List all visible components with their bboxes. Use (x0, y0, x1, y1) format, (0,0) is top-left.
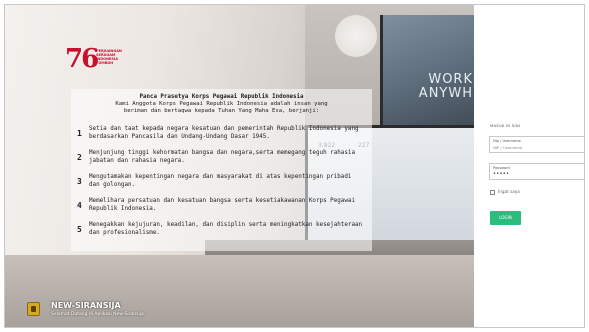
pledge-intro-line: beriman dan bertaqwa kepada Tuhan Yang M… (123, 108, 320, 114)
pledge-item-text: Memelihara persatuan dan kesatuan bangsa… (89, 198, 355, 212)
pledge-item-text: Setia dan taat kepada negara kesatuan da… (89, 126, 359, 140)
app-tagline: Selamat Datang di Aplikasi New-Siransija (51, 312, 144, 317)
logo-subtitle-line: TUMBUH (96, 61, 114, 65)
pledge-intro-line: Kami Anggota Korps Pegawai Republik Indo… (115, 101, 328, 107)
garuda-emblem-icon (27, 302, 40, 316)
remember-checkbox[interactable] (490, 190, 495, 195)
pledge-item-text: Menjunjung tinggi kehormatan bangsa dan … (89, 150, 355, 164)
password-input[interactable]: ••••• (493, 171, 509, 177)
pledge-panel: Panca Prasetya Korps Pegawai Republik In… (71, 89, 372, 251)
app-brand: NEW-SIRANSIJA Selamat Datang di Aplikasi… (27, 301, 277, 321)
pledge-item-number: 1 (77, 129, 82, 138)
app-frame: WORK ANYWH 3,822 227 76 PERJUANGAN SERAG… (4, 4, 585, 328)
hero-background: WORK ANYWH 3,822 227 76 PERJUANGAN SERAG… (5, 5, 474, 327)
logo-number: 76 (65, 44, 99, 74)
login-title: MASUK DI SINI (490, 123, 521, 128)
username-label: Nip / Username (493, 139, 521, 143)
anniversary-logo: 76 PERJUANGAN SERAGAM INDONESIA TUMBUH (65, 45, 125, 75)
pledge-item-number: 4 (77, 201, 82, 210)
password-label: Password (493, 166, 510, 170)
username-field[interactable]: Nip / Username NIP / Username (489, 136, 584, 153)
logo-subtitle: PERJUANGAN SERAGAM INDONESIA TUMBUH (96, 49, 122, 65)
hero-lamp (335, 15, 377, 57)
username-input[interactable]: NIP / Username (493, 145, 522, 150)
password-field[interactable]: Password ••••• (489, 163, 584, 180)
login-panel: MASUK DI SINI Nip / Username NIP / Usern… (474, 5, 584, 327)
app-name: NEW-SIRANSIJA (51, 301, 121, 310)
hero-monitor: WORK ANYWH (380, 15, 474, 130)
pledge-item-number: 2 (77, 153, 82, 162)
pledge-title: Panca Prasetya Korps Pegawai Republik In… (139, 94, 304, 100)
pledge-item-number: 5 (77, 225, 82, 234)
hero-monitor-text: WORK ANYWH (418, 72, 473, 101)
pledge-item-text: Menegakkan kejujuran, keadilan, dan disi… (89, 222, 363, 236)
remember-label: Ingat saya (498, 189, 520, 194)
pledge-item-text: Mengutamakan kepentingan negara dan masy… (89, 174, 352, 188)
pledge-intro: Kami Anggota Korps Pegawai Republik Indo… (71, 101, 372, 115)
login-button[interactable]: LOGIN (490, 211, 521, 225)
pledge-item-number: 3 (77, 177, 82, 186)
